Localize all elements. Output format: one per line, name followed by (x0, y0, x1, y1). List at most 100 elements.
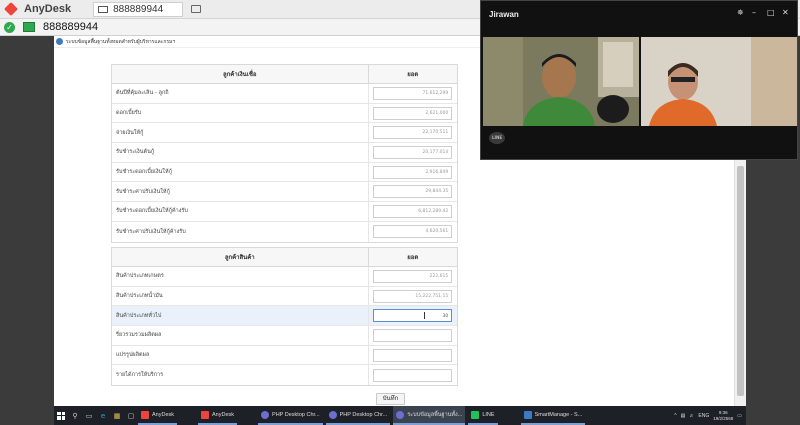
session-tab[interactable]: 888889944 (93, 1, 184, 17)
maximize-icon[interactable]: □ (767, 9, 775, 17)
table-header-label: ลูกค้าสินค้า (112, 248, 369, 266)
store-icon[interactable]: ▢ (124, 406, 138, 425)
clock[interactable]: 9:36 19/2/2568 (713, 410, 733, 422)
row-label: สินค้าประเภทน้ำมัน (112, 286, 369, 306)
notification-icon[interactable]: ▭ (737, 413, 742, 419)
row-label: รายได้การให้บริการ (112, 365, 369, 386)
table-row: ต้นปีที่คุ้มละเลิน - ลูกถิ 71,612,299 (112, 84, 457, 104)
volume-icon[interactable]: ♬ (689, 413, 694, 419)
table-row: รับชำระค่าปรับเงินให้กู้ค้างรับ 4,620,561 (112, 221, 457, 242)
video-feed-self-image (641, 37, 797, 126)
row-value-input[interactable]: 2,621,000 (373, 106, 453, 120)
table-row: รายได้การให้บริการ (112, 365, 457, 386)
search-icon[interactable]: ⚲ (68, 406, 82, 425)
row-value-input[interactable]: 15,222,751.15 (373, 289, 453, 303)
table-row: รับชำระดอกเบี้ยเงินให้กู้ 2,916,849 (112, 162, 457, 183)
video-feed-self (641, 37, 797, 126)
taskbar: ⚲ ▭ e ▦ ▢ AnyDesk AnyDesk PHP Desktop Ch… (54, 406, 746, 425)
anydesk-logo-icon (4, 2, 18, 16)
table-header-value: ยอด (407, 254, 419, 261)
row-value-input[interactable]: 71,612,299 (373, 86, 453, 100)
taskbar-app-label: PHP Desktop Chr... (272, 411, 320, 418)
taskbar-app-line[interactable]: LINE (468, 406, 498, 425)
video-feed-remote-image (483, 37, 639, 126)
row-label: รี่ยวรวมรวมผลิตผล (112, 326, 369, 345)
table-row: ดอกเบี้ยรับ 2,621,000 (112, 103, 457, 124)
scrollbar-thumb[interactable] (737, 166, 744, 396)
file-explorer-icon[interactable]: ▦ (110, 406, 124, 425)
network-icon[interactable]: ▤ (681, 413, 686, 419)
table-row: รับชำระเงินต้นกู้ 20,177,014 (112, 143, 457, 163)
line-logo-icon: LINE (489, 132, 505, 144)
tray-chevron-icon[interactable]: ^ (674, 413, 676, 419)
minimize-icon[interactable]: – (752, 9, 756, 17)
app-icon (396, 410, 405, 419)
taskbar-app-php-desktop[interactable]: PHP Desktop Chr... (325, 406, 391, 425)
table-header: ลูกค้าเงินเชื่อ ยอด (112, 65, 457, 84)
save-button[interactable]: บันทึก (376, 393, 405, 405)
row-label: รับชำระค่าปรับเงินให้กู้ค้างรับ (112, 221, 369, 242)
taskbar-app-smartmanage[interactable]: SmartManage - S... (520, 406, 586, 425)
row-value-input[interactable]: 29,844.35 (373, 185, 453, 199)
taskbar-app-label: AnyDesk (212, 411, 235, 418)
close-icon[interactable]: ✕ (782, 9, 789, 17)
table-header-label: ลูกค้าเงินเชื่อ (112, 65, 369, 83)
row-value-input[interactable]: 4,620,561 (373, 225, 453, 239)
caller-name: Jirawan (489, 9, 519, 19)
loan-table: ลูกค้าเงินเชื่อ ยอด ต้นปีที่คุ้มละเลิน -… (111, 64, 458, 243)
text-cursor-icon (424, 312, 426, 320)
goods-table: ลูกค้าสินค้า ยอด สินค้าประเภทเกษตร 222,61… (111, 247, 458, 387)
row-value-text: 30 (442, 314, 449, 320)
language-indicator[interactable]: ENG (698, 413, 709, 419)
table-row: แปรรูปผลิตผล (112, 345, 457, 366)
row-value-input[interactable]: 2,916,849 (373, 165, 453, 179)
window-title: ระบบข้อมูลพื้นฐานทั้งหมดสำหรับผู้บริหารแ… (66, 38, 176, 45)
video-feed-remote (483, 37, 639, 126)
row-value-input[interactable] (373, 348, 453, 362)
taskbar-app-label: ระบบข้อมูลพื้นฐานทั้ง... (407, 411, 463, 418)
taskbar-app-anydesk[interactable]: AnyDesk (138, 406, 178, 425)
app-icon (261, 410, 270, 419)
line-video-call-window: Jirawan ✵ – □ ✕ LINE (480, 0, 798, 160)
system-tray: ^ ▤ ♬ ENG 9:36 19/2/2568 ▭ (670, 406, 742, 425)
remote-id: 888889944 (43, 21, 99, 33)
remote-desktop-icon[interactable] (23, 22, 35, 32)
monitor-icon (98, 5, 109, 13)
row-value-input[interactable]: 222,615 (373, 269, 453, 283)
table-header-value: ยอด (407, 71, 419, 78)
row-label: สินค้าประเภททั่วไป (112, 306, 369, 326)
row-label: แปรรูปผลิตผล (112, 345, 369, 365)
taskbar-app-php-desktop[interactable]: PHP Desktop Chr... (258, 406, 323, 425)
row-label: จ่ายเงินให้กู้ (112, 123, 369, 143)
session-tab-label: 888889944 (113, 3, 164, 15)
table-row: รับชำระค่าปรับเงินให้กู้ 29,844.35 (112, 182, 457, 203)
row-value-input[interactable] (373, 368, 453, 382)
taskbar-app-system[interactable]: ระบบข้อมูลพื้นฐานทั้ง... (393, 406, 466, 425)
clock-date: 19/2/2568 (713, 415, 734, 421)
taskbar-app-anydesk[interactable]: AnyDesk (198, 406, 238, 425)
row-value-input[interactable] (373, 328, 453, 342)
anydesk-brand: AnyDesk (24, 3, 72, 15)
row-label: ต้นปีที่คุ้มละเลิน - ลูกถิ (112, 84, 369, 103)
table-row: รับชำระดอกเบี้ยเงินให้กู้ค้างรับ 6,812,28… (112, 202, 457, 222)
app-icon (201, 410, 210, 419)
chat-icon[interactable] (191, 5, 202, 13)
app-icon (523, 410, 532, 419)
pin-icon[interactable]: ✵ (737, 9, 744, 17)
task-view-icon[interactable]: ▭ (82, 406, 96, 425)
connected-check-icon: ✓ (4, 21, 15, 33)
row-value-input[interactable]: 22,170,511 (373, 126, 453, 140)
table-row-active: สินค้าประเภททั่วไป 30 (112, 306, 457, 327)
start-button[interactable] (54, 406, 68, 425)
row-value-input[interactable]: 20,177,014 (373, 145, 453, 159)
app-icon (471, 410, 480, 419)
row-value-input-focused[interactable]: 30 (373, 309, 453, 323)
call-titlebar: Jirawan (481, 1, 797, 27)
edge-icon[interactable]: e (96, 406, 110, 425)
table-row: สินค้าประเภทน้ำมัน 15,222,751.15 (112, 286, 457, 307)
app-icon (56, 38, 63, 45)
windows-logo-icon (57, 411, 65, 420)
taskbar-app-label: AnyDesk (152, 411, 175, 418)
row-label: รับชำระเงินต้นกู้ (112, 143, 369, 162)
row-value-input[interactable]: 6,812,289.42 (373, 204, 453, 218)
